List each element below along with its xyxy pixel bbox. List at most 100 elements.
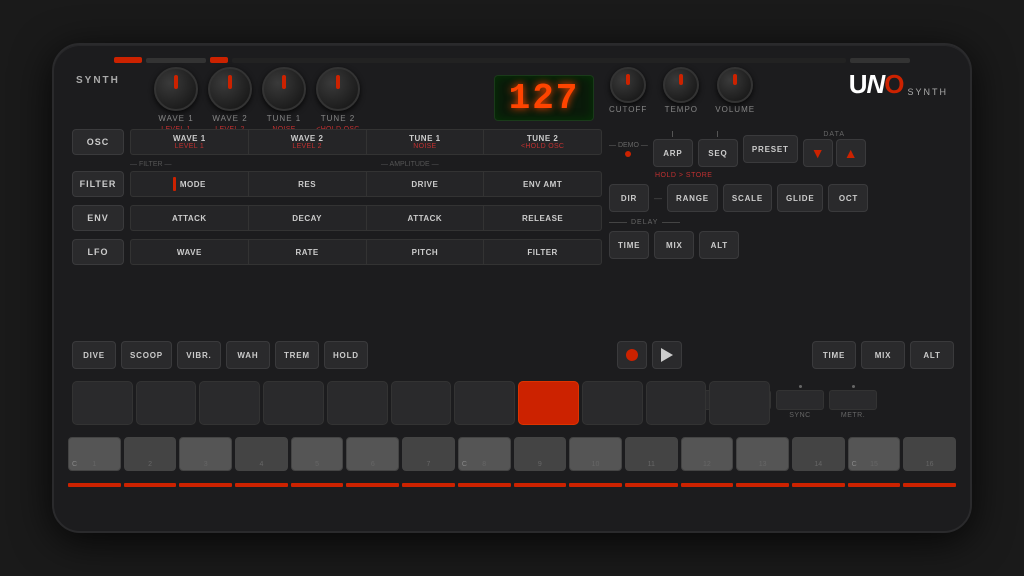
filter-res-ctrl[interactable]: RES — [249, 172, 367, 196]
arp-connector — [672, 131, 673, 137]
preset-button[interactable]: PRESET — [743, 135, 798, 163]
pad-top-10[interactable] — [646, 381, 707, 425]
hold-button[interactable]: HOLD — [324, 341, 368, 369]
lfo-button[interactable]: LFO — [72, 239, 124, 265]
arp-button[interactable]: ARP — [653, 139, 693, 167]
record-button[interactable] — [617, 341, 647, 369]
lfo-filter-ctrl[interactable]: FILTER — [484, 240, 601, 264]
filter-mode-ctrl[interactable]: MODE — [131, 172, 249, 196]
pad-key-11[interactable]: 11 — [625, 437, 678, 471]
time-button[interactable]: TIME — [609, 231, 649, 259]
pad-key-10[interactable]: 10 — [569, 437, 622, 471]
mix-btn2[interactable]: MIX — [861, 341, 905, 369]
lfo-wave-ctrl[interactable]: WAVE — [131, 240, 249, 264]
pad-key-1[interactable]: C 1 — [68, 437, 121, 471]
scoop-button[interactable]: SCOOP — [121, 341, 172, 369]
filter-sublabels: — FILTER — — AMPLITUDE — — [130, 161, 602, 168]
dir-button[interactable]: DIR — [609, 184, 649, 212]
pad-key-7[interactable]: 7 — [402, 437, 455, 471]
pad-top-9[interactable] — [582, 381, 643, 425]
mix-button[interactable]: MIX — [654, 231, 694, 259]
pad-key-9[interactable]: 9 — [514, 437, 567, 471]
trem-button[interactable]: TREM — [275, 341, 319, 369]
sync-util-btn[interactable] — [776, 390, 824, 410]
pad-top-6[interactable] — [391, 381, 452, 425]
filter-button[interactable]: FILTER — [72, 171, 124, 197]
pad-key-3[interactable]: 3 — [179, 437, 232, 471]
display-value: 127 — [509, 78, 580, 119]
knob-wave2[interactable] — [208, 67, 252, 111]
filter-drive-ctrl[interactable]: DRIVE — [367, 172, 485, 196]
data-down-button[interactable]: ▼ — [803, 139, 833, 167]
logo-synth: SYNTH — [907, 87, 948, 97]
osc-row: OSC WAVE 1 LEVEL 1 WAVE 2 LEVEL 2 TUNE 1… — [72, 127, 602, 157]
metr-util-btn[interactable] — [829, 390, 877, 410]
pad-key-8[interactable]: C 8 — [458, 437, 511, 471]
time-btn2[interactable]: TIME — [812, 341, 856, 369]
knob-tempo[interactable] — [663, 67, 699, 103]
metr-util: METR. — [829, 385, 877, 419]
knob-tune2[interactable] — [316, 67, 360, 111]
pad-top-1[interactable] — [72, 381, 133, 425]
lfo-pitch-ctrl[interactable]: PITCH — [367, 240, 485, 264]
pad-top-8[interactable] — [518, 381, 579, 425]
pad-key-2[interactable]: 2 — [124, 437, 177, 471]
alt-button[interactable]: ALT — [699, 231, 739, 259]
play-button[interactable] — [652, 341, 682, 369]
glide-button[interactable]: GLIDE — [777, 184, 823, 212]
pad-top-11[interactable] — [709, 381, 770, 425]
knob-tune1[interactable] — [262, 67, 306, 111]
pad-key-12[interactable]: 12 — [681, 437, 734, 471]
filter-envamt-ctrl[interactable]: ENV AMT — [484, 172, 601, 196]
top-indicator-2 — [146, 58, 206, 63]
knob-wave1[interactable] — [154, 67, 198, 111]
env-attack2-ctrl[interactable]: ATTACK — [367, 206, 485, 230]
scale-button[interactable]: SCALE — [723, 184, 772, 212]
dive-button[interactable]: DIVE — [72, 341, 116, 369]
osc-controls: WAVE 1 LEVEL 1 WAVE 2 LEVEL 2 TUNE 1 NOI… — [130, 129, 602, 155]
env-decay-ctrl[interactable]: DECAY — [249, 206, 367, 230]
knob-tempo-label: TEMPO — [665, 105, 698, 114]
osc-wave1-ctrl[interactable]: WAVE 1 LEVEL 1 — [131, 130, 249, 154]
pad-top-5[interactable] — [327, 381, 388, 425]
pad-key-4[interactable]: 4 — [235, 437, 288, 471]
pad-key-15[interactable]: C 15 — [848, 437, 901, 471]
osc-tune1-ctrl[interactable]: TUNE 1 NOISE — [367, 130, 485, 154]
left-knobs-row: WAVE 1 LEVEL 1 WAVE 2 LEVEL 2 TUNE 1 NOI… — [154, 67, 360, 133]
data-up-button[interactable]: ▲ — [836, 139, 866, 167]
led-13 — [736, 483, 789, 487]
seq-button[interactable]: SEQ — [698, 139, 738, 167]
osc-tune2-ctrl[interactable]: TUNE 2 <HOLD OSC — [484, 130, 601, 154]
range-button[interactable]: RANGE — [667, 184, 718, 212]
alt-btn2[interactable]: ALT — [910, 341, 954, 369]
lfo-rate-ctrl[interactable]: RATE — [249, 240, 367, 264]
pad-key-13[interactable]: 13 — [736, 437, 789, 471]
knob-volume[interactable] — [717, 67, 753, 103]
pad-top-7[interactable] — [454, 381, 515, 425]
osc-button[interactable]: OSC — [72, 129, 124, 155]
data-arrows-row: ▼ ▲ — [803, 139, 866, 167]
sync-led — [799, 385, 802, 388]
logo-uno: UNO — [849, 71, 904, 97]
pad-top-2[interactable] — [136, 381, 197, 425]
vibr-button[interactable]: VIBR. — [177, 341, 221, 369]
pad-key-5[interactable]: 5 — [291, 437, 344, 471]
led-5 — [291, 483, 344, 487]
env-release-ctrl[interactable]: RELEASE — [484, 206, 601, 230]
pad-top-3[interactable] — [199, 381, 260, 425]
pad-key-14[interactable]: 14 — [792, 437, 845, 471]
pad-key-6[interactable]: 6 — [346, 437, 399, 471]
osc-wave2-ctrl[interactable]: WAVE 2 LEVEL 2 — [249, 130, 367, 154]
pad-top-4[interactable] — [263, 381, 324, 425]
dir-range-row: DIR — RANGE SCALE GLIDE OCT — [609, 184, 954, 212]
knob-cutoff[interactable] — [610, 67, 646, 103]
pad-key-16[interactable]: 16 — [903, 437, 956, 471]
filter-controls: MODE RES DRIVE ENV AMT — [130, 171, 602, 197]
metr-led — [852, 385, 855, 388]
wah-button[interactable]: WAH — [226, 341, 270, 369]
env-attack1-ctrl[interactable]: ATTACK — [131, 206, 249, 230]
env-button[interactable]: ENV — [72, 205, 124, 231]
top-indicator-3 — [210, 57, 228, 63]
knob-group-volume: VOLUME — [715, 67, 755, 114]
oct-button[interactable]: OCT — [828, 184, 868, 212]
